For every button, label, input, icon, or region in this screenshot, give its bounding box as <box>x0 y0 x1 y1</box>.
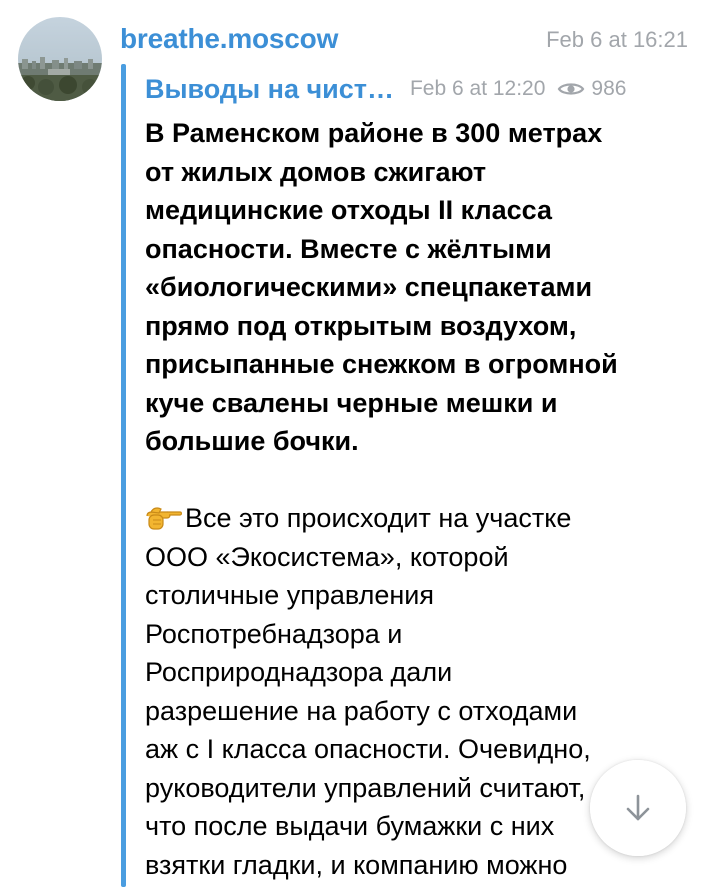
text-line: большие бочки. <box>145 426 359 456</box>
view-count: 986 <box>591 77 627 100</box>
text-line: куче свалены черные мешки и <box>145 387 558 418</box>
message-body: В Раменском районе в 300 метрах от жилых… <box>145 114 685 884</box>
chat-screen: breathe.moscow Feb 6 at 16:21 Выводы на … <box>0 0 720 887</box>
text-line: опасности. Вместе с жёлтыми <box>145 233 552 264</box>
scroll-to-bottom-button[interactable] <box>590 760 686 856</box>
text-line: Все это происходит на участке <box>185 503 572 533</box>
text-line: Роспотребнадзора и <box>145 618 403 649</box>
forward-quote-bar <box>121 64 126 887</box>
text-line: столичные управления <box>145 580 434 610</box>
channel-name[interactable]: breathe.moscow <box>120 22 338 56</box>
post-timestamp: Feb 6 at 16:21 <box>546 27 688 52</box>
text-line: В Раменском районе в 300 метрах <box>145 118 603 148</box>
text-line: присыпанные снежком в огромной <box>145 349 618 379</box>
bold-paragraph: В Раменском районе в 300 метрах от жилых… <box>145 114 685 461</box>
forward-header: Выводы на чист… Feb 6 at 12:20 986 <box>145 70 626 108</box>
pointing-hand-emoji-icon <box>145 503 183 531</box>
text-line: от жилых домов сжигают <box>145 156 487 187</box>
text-line: прямо под открытым воздухом, <box>145 310 577 341</box>
text-line: Росприроднадзора дали <box>145 657 453 687</box>
text-line: аж с I класса опасности. Очевидно, <box>145 734 591 764</box>
text-line: медицинские отходы II класса <box>145 195 552 225</box>
forward-source-name[interactable]: Выводы на чист… <box>145 74 394 105</box>
channel-avatar[interactable] <box>18 17 102 101</box>
arrow-down-icon <box>626 794 650 821</box>
city-skyline-photo-icon <box>18 17 102 101</box>
text-line: взятки гладки, и компанию можно <box>145 849 568 880</box>
text-line-first: Все это происходит на участке <box>145 499 685 538</box>
eye-icon <box>557 80 585 98</box>
text-line: разрешение на работу с отходами <box>145 695 578 726</box>
text-line: ООО «Экосистема», которой <box>145 541 509 572</box>
text-line: «биологическими» спецпакетами <box>145 272 593 302</box>
forward-date: Feb 6 at 12:20 <box>409 77 546 100</box>
